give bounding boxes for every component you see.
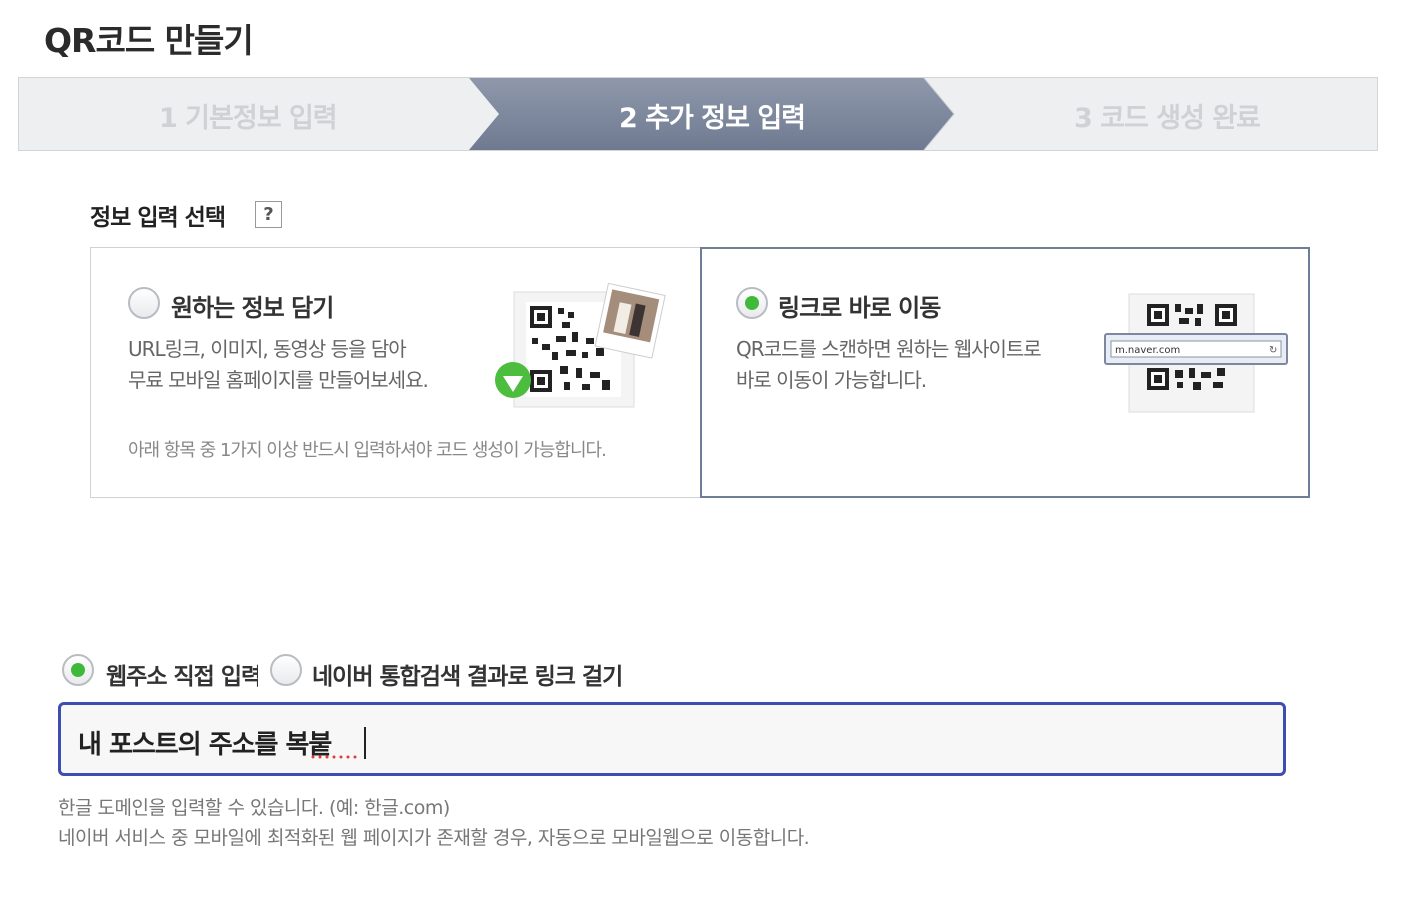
option-direct-link-title: 링크로 바로 이동 — [778, 294, 941, 322]
link-search-label[interactable]: 네이버 통합검색 결과로 링크 걸기 — [312, 657, 623, 691]
illustration-url-text: m.naver.com — [1115, 345, 1180, 356]
option-content-page-desc-2: 무료 모바일 홈페이지를 만들어보세요. — [128, 368, 429, 392]
page-title: QR코드 만들기 — [44, 21, 254, 60]
option-direct-link-radio[interactable] — [736, 287, 768, 319]
link-direct-radio[interactable] — [62, 654, 94, 686]
spellcheck-underline — [311, 755, 357, 759]
option-direct-link-desc-1: QR코드를 스캔하면 원하는 웹사이트로 — [736, 337, 1042, 361]
step-indicator: 1 기본정보 입력 2 추가 정보 입력 3 코드 생성 완료 — [18, 77, 1378, 151]
link-search-radio[interactable] — [270, 654, 302, 686]
help-icon[interactable]: ? — [255, 201, 282, 228]
url-input-value: 내 포스트의 주소를 복붙 — [78, 730, 332, 760]
option-content-page-desc-1: URL링크, 이미지, 동영상 등을 담아 — [128, 337, 407, 361]
help-text-domain: 한글 도메인을 입력할 수 있습니다. (예: 한글.com) — [58, 797, 450, 819]
option-direct-link-desc-2: 바로 이동이 가능합니다. — [736, 368, 927, 392]
option-content-page-note: 아래 항목 중 1가지 이상 반드시 입력하셔야 코드 생성이 가능합니다. — [128, 440, 607, 461]
option-content-page-title: 원하는 정보 담기 — [171, 294, 334, 322]
text-caret — [364, 727, 366, 759]
option-content-page-radio[interactable] — [128, 287, 160, 319]
step-2: 2 추가 정보 입력 — [619, 103, 806, 134]
help-text-mobile: 네이버 서비스 중 모바일에 최적화된 웹 페이지가 존재할 경우, 자동으로 … — [58, 827, 810, 849]
section-title: 정보 입력 선택 — [90, 205, 226, 231]
link-direct-label[interactable]: 웹주소 직접 입력 — [106, 657, 258, 691]
qr-link-illustration: m.naver.com ↻ — [1104, 293, 1288, 413]
qr-photo-illustration — [495, 282, 666, 408]
svg-text:↻: ↻ — [1269, 345, 1277, 356]
step-3: 3 코드 생성 완료 — [1074, 103, 1261, 134]
step-1: 1 기본정보 입력 — [159, 103, 338, 134]
option-direct-link[interactable]: 링크로 바로 이동 QR코드를 스캔하면 원하는 웹사이트로 바로 이동이 가능… — [700, 247, 1310, 498]
option-content-page[interactable]: 원하는 정보 담기 URL링크, 이미지, 동영상 등을 담아 무료 모바일 홈… — [90, 247, 702, 498]
